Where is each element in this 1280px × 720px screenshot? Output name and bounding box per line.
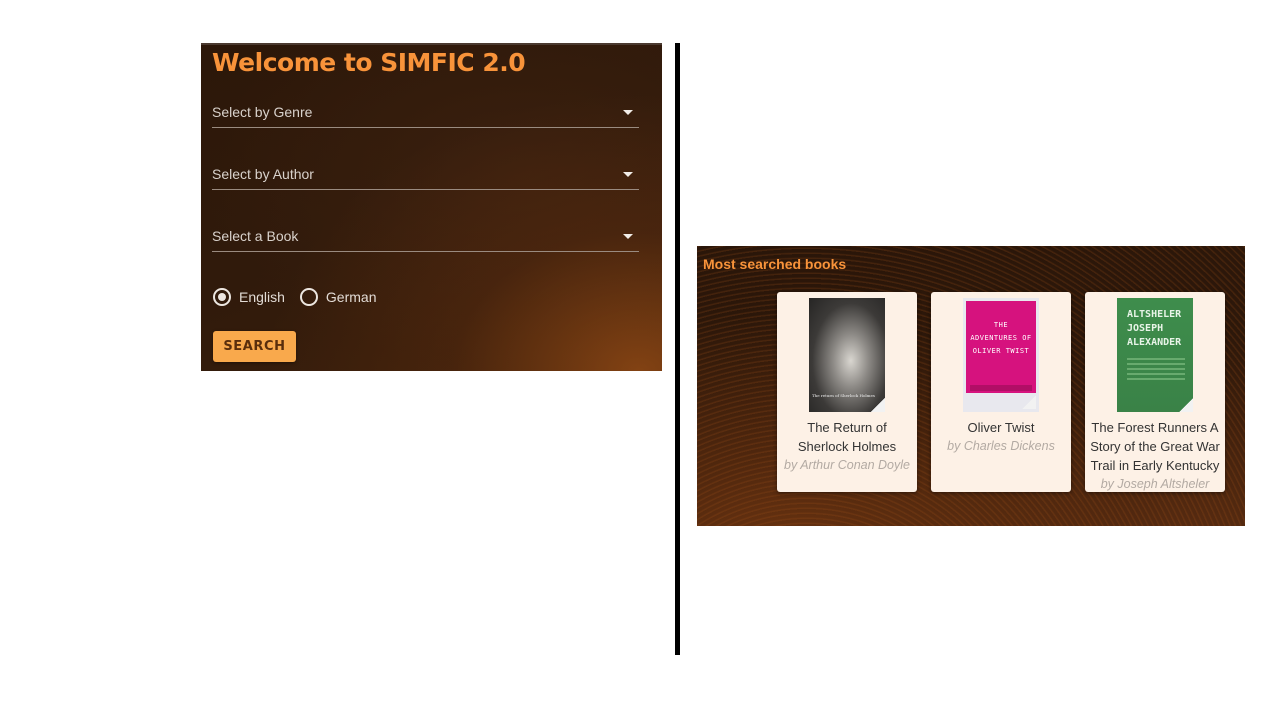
genre-select[interactable]: Select by Genre bbox=[212, 97, 639, 128]
radio-label: German bbox=[325, 289, 377, 305]
cover-subtitle-lines bbox=[1127, 358, 1185, 382]
page-title: Welcome to SIMFIC 2.0 bbox=[212, 48, 526, 77]
cover-title-text: ALTSHELER JOSEPH ALEXANDER bbox=[1127, 309, 1182, 348]
section-title: Most searched books bbox=[703, 256, 847, 272]
caret-down-icon bbox=[623, 172, 633, 177]
book-author: by Arthur Conan Doyle bbox=[784, 458, 910, 472]
cover-footer bbox=[966, 393, 1036, 409]
author-select-label: Select by Author bbox=[212, 166, 314, 182]
book-card[interactable]: ALTSHELER JOSEPH ALEXANDER The Forest Ru… bbox=[1085, 292, 1225, 492]
book-cover-image[interactable]: The return of Sherlock Holmes bbox=[809, 298, 885, 412]
book-author: by Joseph Altsheler bbox=[1100, 477, 1210, 491]
book-cover-image[interactable]: THE ADVENTURES OF OLIVER TWIST bbox=[963, 298, 1039, 412]
book-select[interactable]: Select a Book bbox=[212, 221, 639, 252]
book-title: The Return of Sherlock Holmes bbox=[797, 420, 897, 454]
stage: Welcome to SIMFIC 2.0 Select by Genre Se… bbox=[0, 0, 1280, 720]
most-searched-panel: Most searched books The return of Sherlo… bbox=[697, 246, 1245, 526]
book-title: The Forest Runners A Story of the Great … bbox=[1090, 420, 1220, 473]
caret-down-icon bbox=[623, 110, 633, 115]
radio-english[interactable]: English bbox=[213, 288, 285, 306]
genre-select-label: Select by Genre bbox=[212, 104, 313, 120]
book-select-label: Select a Book bbox=[212, 228, 299, 244]
book-cover-image[interactable]: ALTSHELER JOSEPH ALEXANDER bbox=[1117, 298, 1193, 412]
search-button[interactable]: SEARCH bbox=[213, 331, 296, 362]
book-title: Oliver Twist bbox=[967, 420, 1035, 435]
radio-label: English bbox=[239, 289, 285, 305]
cover-title-text: THE ADVENTURES OF OLIVER TWIST bbox=[970, 321, 1032, 355]
book-card[interactable]: The return of Sherlock Holmes The Return… bbox=[777, 292, 917, 492]
cover-caption: The return of Sherlock Holmes bbox=[812, 393, 875, 398]
radio-unchecked-icon[interactable] bbox=[299, 288, 318, 306]
book-title-block: Oliver Twist by Charles Dickens bbox=[935, 418, 1067, 456]
language-radio-group: English German bbox=[213, 288, 392, 306]
radio-german[interactable]: German bbox=[299, 288, 377, 306]
vertical-divider bbox=[675, 43, 680, 655]
cover-author-band bbox=[970, 385, 1032, 391]
book-author: by Charles Dickens bbox=[947, 439, 1055, 453]
book-card[interactable]: THE ADVENTURES OF OLIVER TWIST Oliver Tw… bbox=[931, 292, 1071, 492]
search-panel: Welcome to SIMFIC 2.0 Select by Genre Se… bbox=[201, 43, 662, 371]
author-select[interactable]: Select by Author bbox=[212, 159, 639, 190]
book-title-block: The Forest Runners A Story of the Great … bbox=[1089, 418, 1221, 492]
caret-down-icon bbox=[623, 234, 633, 239]
book-title-block: The Return of Sherlock Holmes by Arthur … bbox=[781, 418, 913, 475]
radio-checked-icon[interactable] bbox=[213, 288, 231, 306]
